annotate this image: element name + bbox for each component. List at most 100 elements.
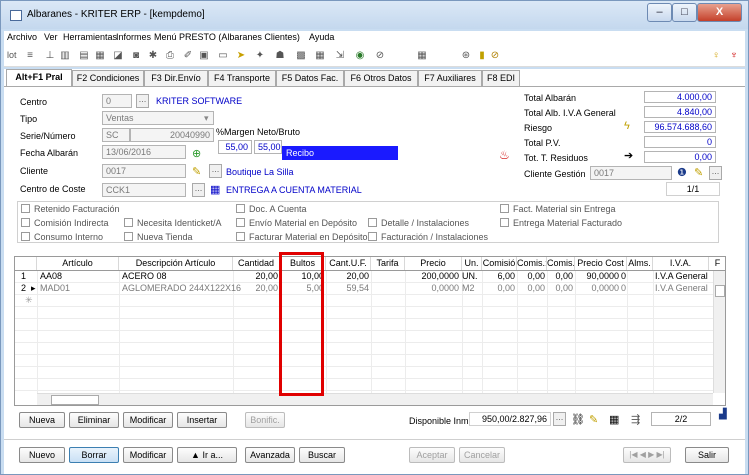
bulb-icon[interactable]: ♀ [710,50,722,62]
col-un[interactable]: Un. [462,257,482,270]
comision-checkbox[interactable]: Comisión Indirecta [21,218,109,228]
col-descripcion[interactable]: Descripción Artículo [119,257,233,270]
pin-icon[interactable]: ✦ [254,50,266,62]
col-comision3[interactable]: Comis.: [547,257,575,270]
col-iva[interactable]: I.V.A. [653,257,709,270]
tab-condiciones[interactable]: F2 Condiciones [72,70,144,86]
clear-icon[interactable]: ⊘ [374,50,386,62]
tools-icon[interactable]: ✱ [147,50,159,62]
fecha-field[interactable]: 13/06/2016 [102,145,186,159]
table-icon[interactable]: ▦ [314,50,326,62]
nueva-button[interactable]: Nueva [19,412,65,428]
export-icon[interactable]: ⇲ [334,50,346,62]
horizontal-scrollbar[interactable] [37,393,713,405]
chart-icon[interactable]: ▥ [59,50,71,62]
cell-comision2[interactable]: 0,00 [517,283,545,294]
window-icon[interactable]: ▣ [198,50,210,62]
cell-cant-uf[interactable]: 59,54 [326,283,369,294]
arrow-icon[interactable]: ➤ [235,50,247,62]
cell-cant-uf[interactable]: 20,00 [326,271,369,282]
recibo-field[interactable]: Recibo [282,146,398,160]
table-line-icon[interactable]: ▦ [609,413,619,426]
cell-alms[interactable]: 0 [621,271,626,282]
printer-icon[interactable]: ⎙ [164,50,176,62]
attach-icon[interactable]: ▦ [94,50,106,62]
ir-a-button[interactable]: ▲ Ir a... [177,447,237,463]
cell-articulo[interactable]: MAD01 [40,283,70,294]
calendar-icon[interactable]: ▦ [210,183,220,196]
cell-descripcion[interactable]: AGLOMERADO 244X122X16 [122,283,241,294]
settings-icon[interactable]: ◙ [130,50,142,62]
necesita-checkbox[interactable]: Necesita Identicket/A [124,218,222,228]
exit-icon[interactable]: ♆ [728,50,740,62]
binoculars-icon[interactable]: ⛓ [571,413,585,426]
h-scroll-thumb[interactable] [51,395,99,405]
minimize-button[interactable]: – [647,3,672,22]
cliente-field[interactable]: 0017 [102,164,186,178]
cell-articulo[interactable]: AA08 [40,271,62,282]
cell-descripcion[interactable]: ACERO 08 [122,271,167,282]
grid-icon[interactable]: ▩ [295,50,307,62]
tipo-select[interactable]: Ventas [102,111,214,125]
retenido-checkbox[interactable]: Retenido Facturación [21,204,120,214]
pencil-icon[interactable]: ✎ [192,165,201,178]
buscar-button[interactable]: Buscar [299,447,345,463]
cell-comision2[interactable]: 0,00 [517,271,545,282]
tienda-checkbox[interactable]: Nueva Tienda [124,232,193,242]
cell-iva[interactable]: I.V.A General [655,283,708,294]
calculator-icon[interactable]: ▦ [416,50,428,62]
cell-precio-cost[interactable]: 0,0000 [575,283,619,294]
edit-icon[interactable]: ✎ [694,166,703,179]
cell-iva[interactable]: I.V.A General [655,271,708,282]
numero-field[interactable]: 20040990 [130,128,214,142]
cell-precio[interactable]: 200,0000 [405,271,459,282]
coste-field[interactable]: CCK1 [102,183,186,197]
info-icon[interactable]: ▮ [476,50,488,62]
gestion-lookup-button[interactable]: … [709,166,722,180]
cell-cantidad[interactable]: 20,00 [233,271,278,282]
tab-transporte[interactable]: F4 Transporte [208,70,276,86]
centro-lookup-button[interactable]: … [136,94,149,108]
lines-table[interactable]: Artículo Descripción Artículo Cantidad B… [14,256,726,406]
menu-ver[interactable]: Ver [44,32,58,42]
cell-alms[interactable]: 0 [621,283,626,294]
rect-icon[interactable]: ▭ [217,50,229,62]
cancelar-button[interactable]: Cancelar [459,447,505,463]
send-icon[interactable]: ✐ [182,50,194,62]
grid-settings-icon[interactable]: ▟ [719,409,727,420]
doc-checkbox[interactable]: Doc. A Cuenta [236,204,307,214]
maximize-button[interactable]: □ [672,3,697,22]
eliminar-button[interactable]: Eliminar [69,412,119,428]
entrega-checkbox[interactable]: Entrega Material Facturado [500,218,622,228]
centro-field[interactable]: 0 [102,94,132,108]
facturar-checkbox[interactable]: Facturar Material en Depósito [236,232,368,242]
gestion-field[interactable]: 0017 [590,166,672,180]
cell-un[interactable]: M2 [462,283,475,294]
vertical-scrollbar[interactable] [713,271,725,393]
col-precio-cost[interactable]: Precio Cost [575,257,627,270]
menu-ayuda[interactable]: Ayuda [309,32,334,42]
record-navigator[interactable]: |◀ ◀ ▶ ▶| [623,447,671,463]
cell-cantidad[interactable]: 20,00 [233,283,278,294]
col-cantidad[interactable]: Cantidad [233,257,280,270]
col-articulo[interactable]: Artículo [37,257,119,270]
scroll-thumb[interactable] [715,285,725,297]
cell-comision3[interactable]: 0,00 [547,271,573,282]
facturacion-checkbox[interactable]: Facturación / Instalaciones [368,232,488,242]
modificar-button[interactable]: Modificar [123,447,173,463]
paperclip-icon[interactable]: ⊘ [489,50,501,62]
aceptar-button[interactable]: Aceptar [409,447,455,463]
cell-precio[interactable]: 0,0000 [405,283,459,294]
fact-sin-checkbox[interactable]: Fact. Material sin Entrega [500,204,616,214]
insertar-button[interactable]: Insertar [177,412,227,428]
link-icon[interactable]: ⊛ [460,50,472,62]
info-circle-icon[interactable]: ❶ [677,166,687,179]
col-cant-uf[interactable]: Cant.U.F. [326,257,371,270]
disponible-lookup-button[interactable]: … [553,412,566,426]
sort-icon[interactable]: ≡ [24,50,36,62]
col-alms[interactable]: Alms. [627,257,653,270]
residuos-icon[interactable]: ♨ [499,148,510,162]
eye-icon[interactable]: ◉ [354,50,366,62]
salir-button[interactable]: Salir [685,447,729,463]
stats-icon[interactable]: ⊥ [44,50,56,62]
